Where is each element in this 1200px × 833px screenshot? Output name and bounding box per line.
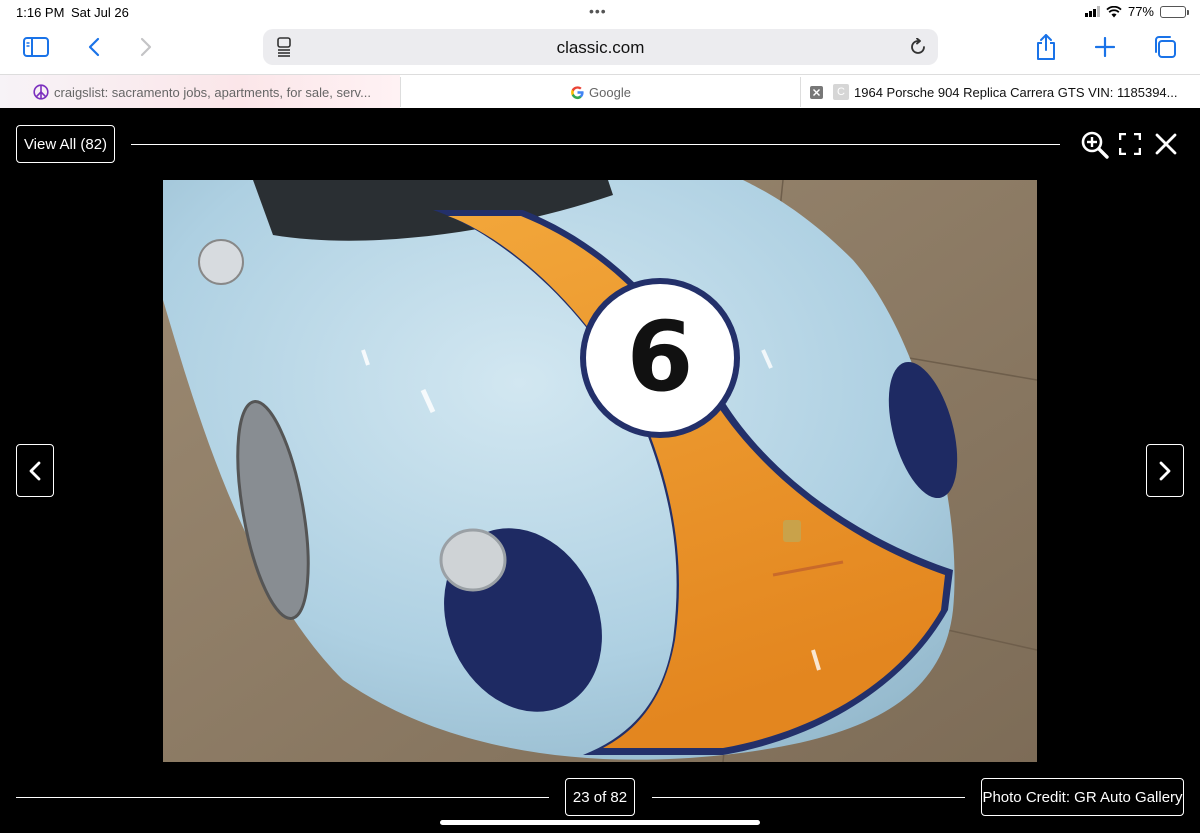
tab-craigslist[interactable]: craigslist: sacramento jobs, apartments,… xyxy=(0,75,400,109)
footer-divider-left xyxy=(16,797,549,798)
wifi-icon xyxy=(1106,5,1122,17)
chevron-right-icon xyxy=(1159,461,1171,480)
back-button[interactable] xyxy=(84,36,104,58)
gallery-photo: 6 xyxy=(163,180,1037,762)
header-divider xyxy=(131,144,1060,145)
chevron-right-icon xyxy=(140,37,152,57)
tab-classic[interactable]: C 1964 Porsche 904 Replica Carrera GTS V… xyxy=(801,75,1200,109)
close-icon[interactable] xyxy=(1155,133,1177,155)
forward-button[interactable] xyxy=(136,36,156,58)
peace-icon xyxy=(33,84,49,100)
address-bar[interactable]: classic.com xyxy=(263,29,938,65)
share-icon[interactable] xyxy=(1034,33,1058,61)
car-photo-image: 6 xyxy=(163,180,1037,762)
multitasking-dots-icon[interactable]: ••• xyxy=(589,3,607,19)
chevron-left-icon xyxy=(88,37,100,57)
chevron-left-icon xyxy=(29,461,41,480)
browser-toolbar: classic.com xyxy=(0,26,1200,74)
url-text[interactable]: classic.com xyxy=(263,38,938,58)
status-bar: 1:16 PM Sat Jul 26 ••• 77% xyxy=(0,0,1200,26)
close-tab-icon[interactable] xyxy=(810,86,823,99)
next-photo-button[interactable] xyxy=(1146,444,1184,497)
photo-credit: Photo Credit: GR Auto Gallery xyxy=(981,778,1184,816)
tab-label: craigslist: sacramento jobs, apartments,… xyxy=(54,84,371,100)
footer-divider-right xyxy=(652,797,965,798)
status-time: 1:16 PM xyxy=(16,5,65,20)
view-all-button[interactable]: View All (82) xyxy=(16,125,115,163)
tabs-icon[interactable] xyxy=(1152,35,1178,59)
home-indicator[interactable] xyxy=(440,820,760,825)
battery-percent: 77% xyxy=(1127,4,1154,19)
tab-strip: craigslist: sacramento jobs, apartments,… xyxy=(0,74,1200,109)
cellular-signal-icon xyxy=(1084,6,1100,17)
status-date: Sat Jul 26 xyxy=(71,5,129,20)
zoom-in-icon[interactable] xyxy=(1080,130,1110,160)
tab-google[interactable]: Google xyxy=(401,75,800,109)
plus-icon[interactable] xyxy=(1094,36,1116,58)
fullscreen-icon[interactable] xyxy=(1118,132,1143,157)
tab-label: Google xyxy=(589,84,631,100)
previous-photo-button[interactable] xyxy=(16,444,54,497)
photo-counter: 23 of 82 xyxy=(565,778,635,816)
race-number: 6 xyxy=(627,301,694,413)
status-right: 77% xyxy=(1084,4,1189,19)
tab-label: 1964 Porsche 904 Replica Carrera GTS VIN… xyxy=(854,84,1178,100)
reload-icon[interactable] xyxy=(908,37,928,57)
classic-favicon: C xyxy=(833,84,849,100)
battery-icon xyxy=(1160,5,1189,18)
photo-gallery-viewer: View All (82) 6 23 of 82 Photo Credit: G… xyxy=(0,108,1200,833)
sidebar-icon[interactable] xyxy=(22,36,50,58)
google-icon xyxy=(571,85,584,99)
